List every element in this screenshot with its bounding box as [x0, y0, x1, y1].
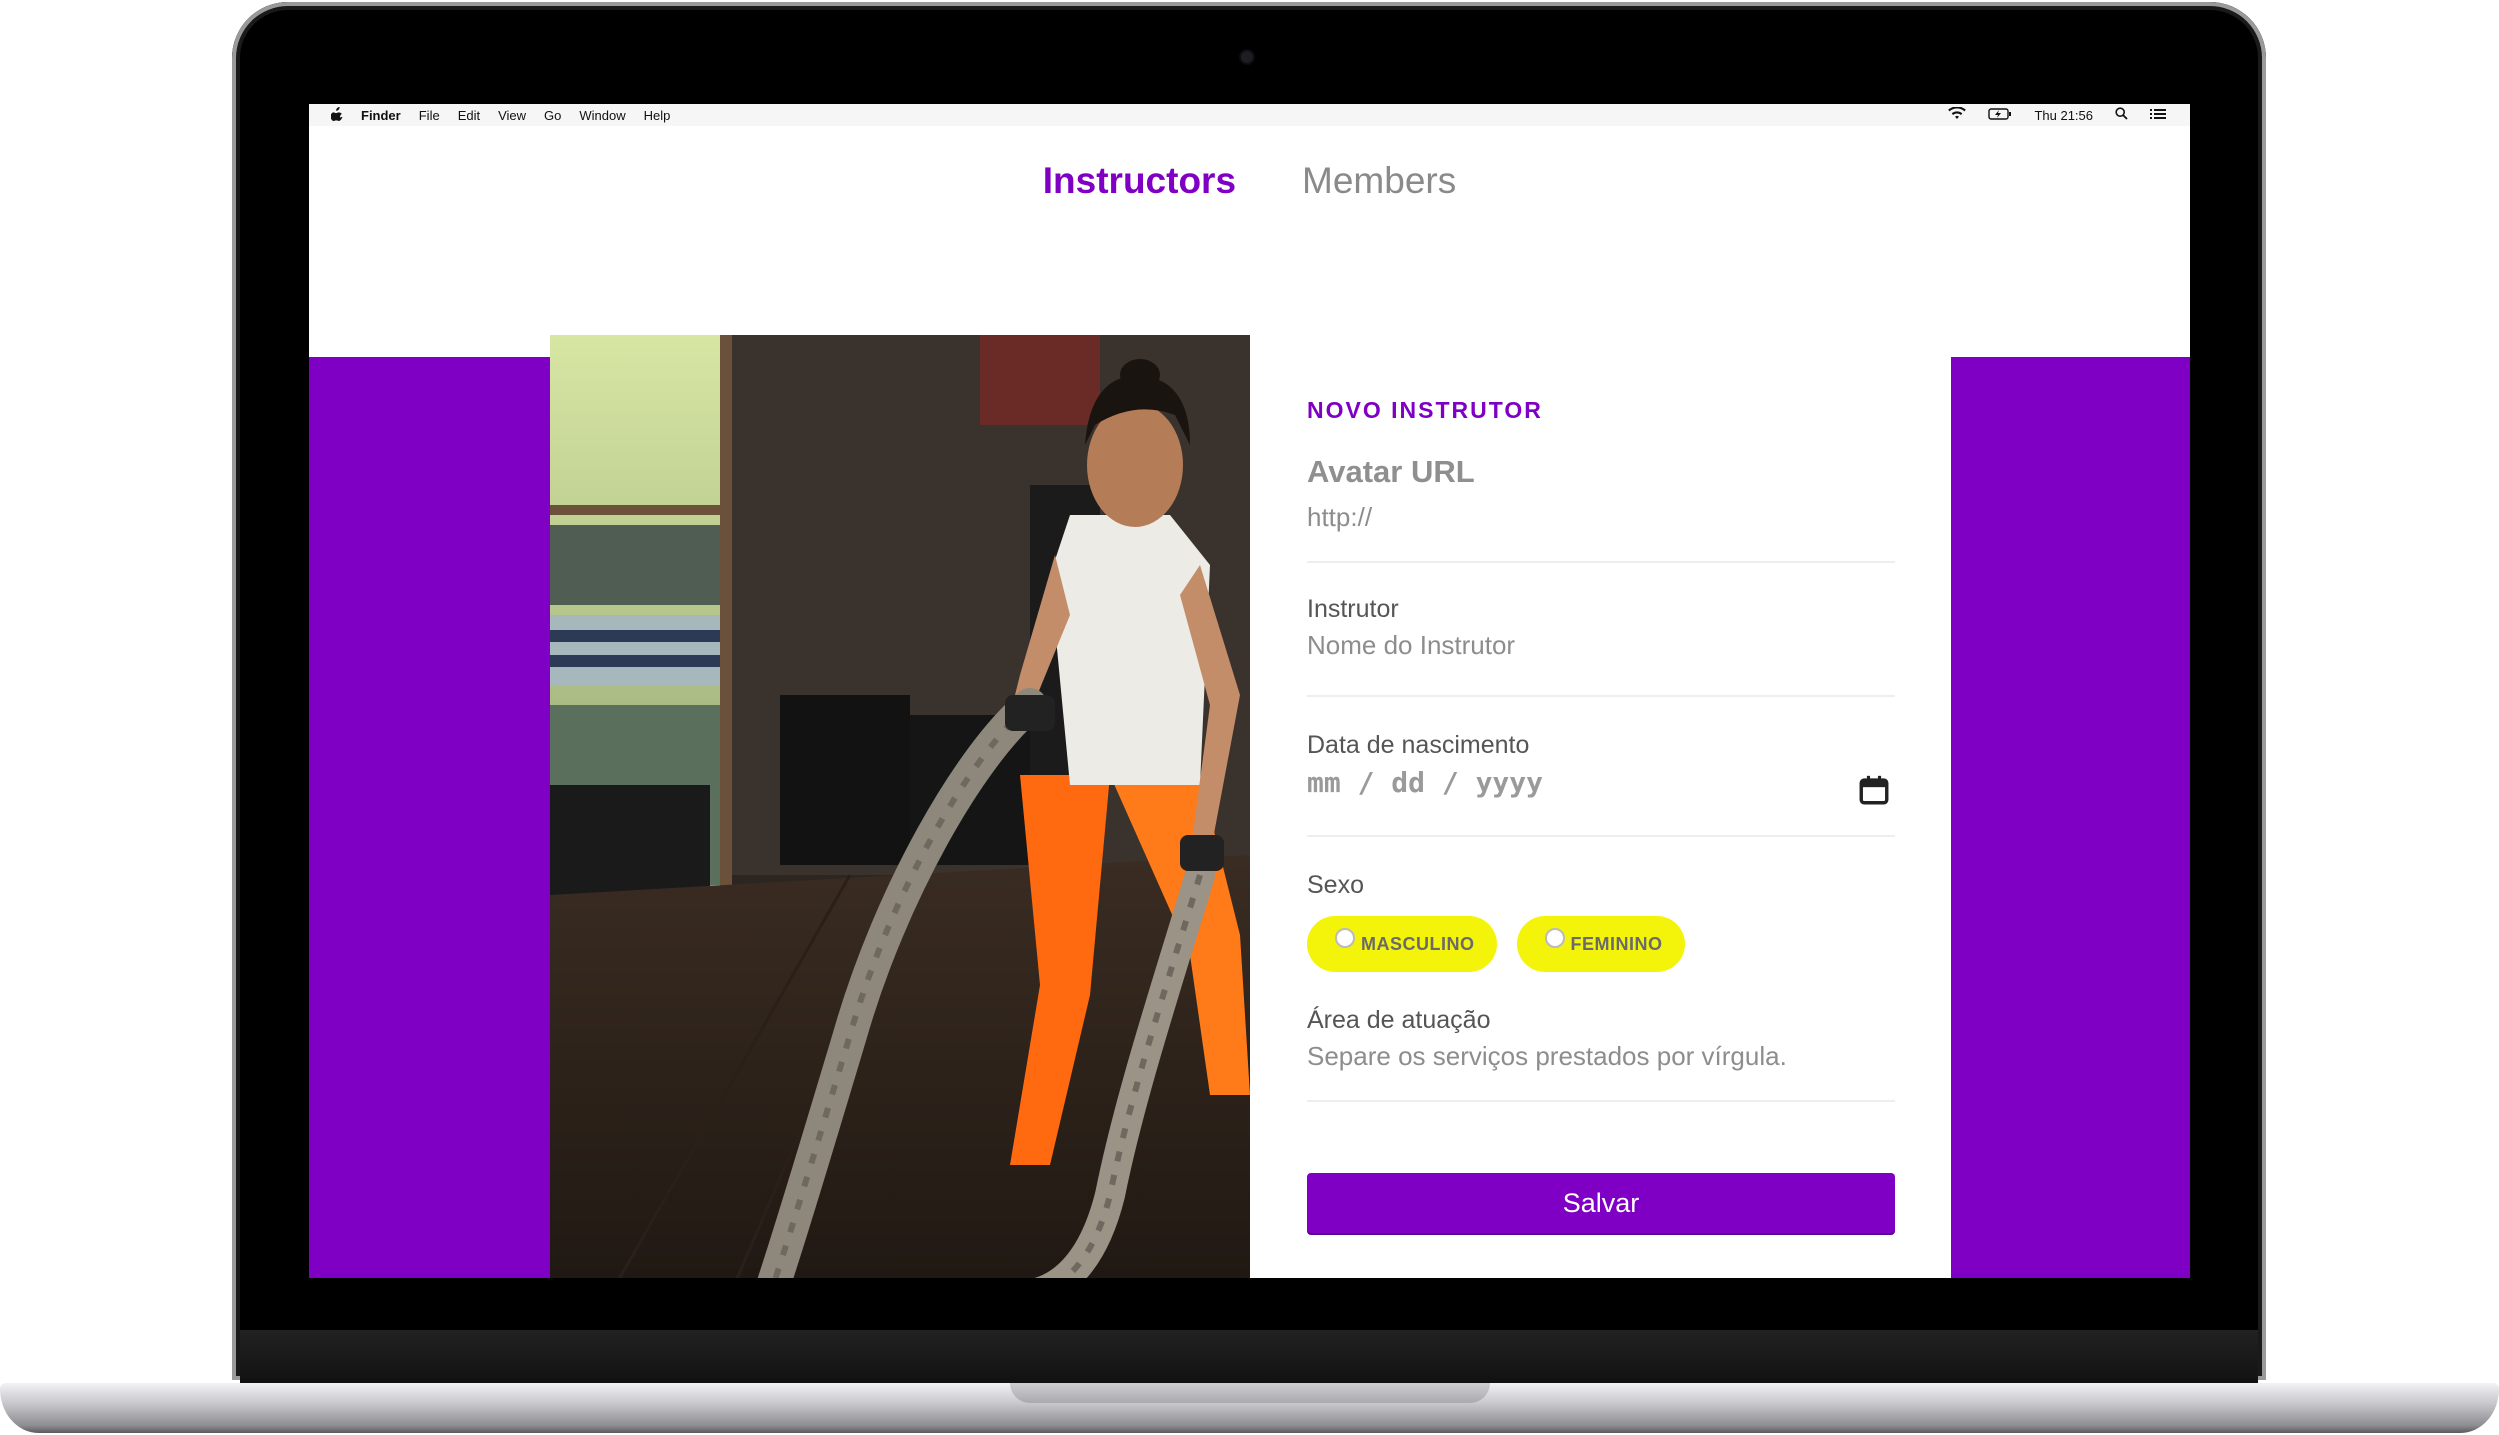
app-header: Instructors Members	[309, 126, 2190, 357]
sexo-option-feminino[interactable]: FEMININO	[1516, 916, 1685, 972]
laptop-notch	[1010, 1383, 1490, 1403]
sexo-option-masculino[interactable]: MASCULINO	[1307, 916, 1497, 972]
menubar-clock[interactable]: Thu 21:56	[2034, 108, 2093, 123]
sexo-label: Sexo	[1307, 871, 1364, 899]
list-icon[interactable]	[2150, 108, 2166, 123]
area-label: Área de atuação	[1307, 1006, 1491, 1034]
sexo-option-feminino-label: FEMININO	[1570, 933, 1663, 954]
nascimento-input[interactable]: mm / dd / yyyy	[1307, 766, 1895, 799]
battery-icon[interactable]	[1988, 107, 2012, 123]
sexo-group: Sexo MASCULINO FEMININO	[1307, 871, 1895, 972]
menu-edit[interactable]: Edit	[458, 108, 480, 123]
area-field[interactable]: Área de atuação Separe os serviços prest…	[1307, 1006, 1895, 1102]
main-nav: Instructors Members	[309, 126, 2190, 357]
avatar-input[interactable]: http://	[1307, 502, 1895, 533]
avatar-label: Avatar URL	[1307, 454, 1475, 489]
screen: Finder File Edit View Go Window Help Thu…	[309, 104, 2190, 1278]
instructor-form: NOVO INSTRUTOR Avatar URL http:// Instru…	[1250, 335, 1951, 1278]
menu-go[interactable]: Go	[544, 108, 561, 123]
menu-view[interactable]: View	[498, 108, 526, 123]
nascimento-label: Data de nascimento	[1307, 731, 1530, 759]
menu-window[interactable]: Window	[579, 108, 625, 123]
camera	[1241, 51, 1253, 63]
sexo-option-masculino-label: MASCULINO	[1361, 933, 1475, 954]
menu-file[interactable]: File	[419, 108, 440, 123]
calendar-icon[interactable]	[1857, 773, 1891, 812]
radio-masculino[interactable]	[1335, 928, 1355, 948]
nascimento-field[interactable]: Data de nascimento mm / dd / yyyy	[1307, 731, 1895, 837]
laptop-hinge	[240, 1330, 2258, 1384]
instructor-card: NOVO INSTRUTOR Avatar URL http:// Instru…	[550, 335, 1951, 1278]
macos-menubar: Finder File Edit View Go Window Help Thu…	[309, 104, 2190, 127]
area-input[interactable]: Separe os serviços prestados por vírgula…	[1307, 1041, 1895, 1072]
menu-help[interactable]: Help	[644, 108, 671, 123]
form-title: NOVO INSTRUTOR	[1307, 397, 1543, 423]
radio-feminino[interactable]	[1544, 928, 1565, 948]
apple-icon[interactable]	[330, 106, 343, 124]
nav-instructors[interactable]: Instructors	[1043, 160, 1236, 202]
menubar-app-name[interactable]: Finder	[361, 108, 401, 123]
search-icon[interactable]	[2115, 107, 2128, 123]
nav-members[interactable]: Members	[1302, 160, 1456, 202]
wifi-icon[interactable]	[1948, 106, 1967, 123]
instrutor-field[interactable]: Instrutor Nome do Instrutor	[1307, 595, 1895, 697]
instrutor-input[interactable]: Nome do Instrutor	[1307, 630, 1895, 661]
sexo-options: MASCULINO FEMININO	[1307, 916, 1895, 972]
gym-photo	[550, 335, 1250, 1278]
avatar-field[interactable]: Avatar URL http://	[1307, 454, 1895, 563]
save-button[interactable]: Salvar	[1307, 1173, 1895, 1233]
instrutor-label: Instrutor	[1307, 595, 1399, 623]
